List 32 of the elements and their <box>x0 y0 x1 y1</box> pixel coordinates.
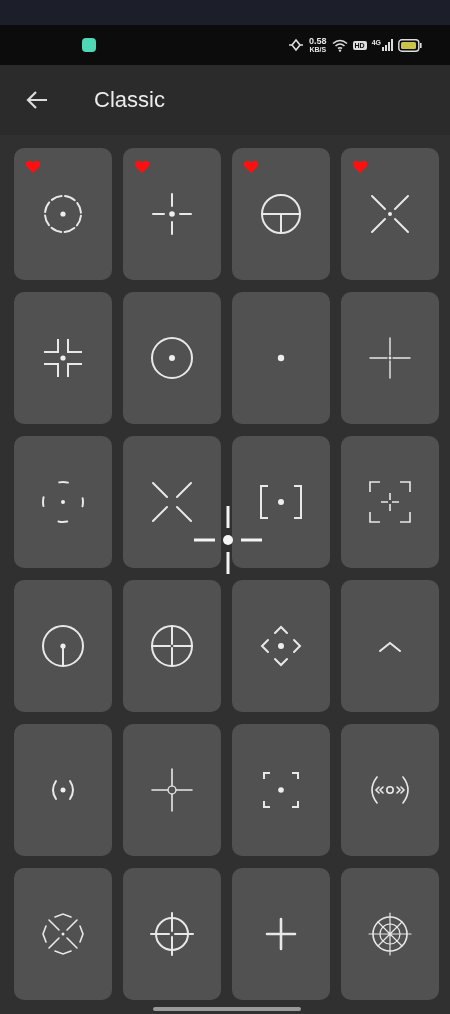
reticle-tile[interactable] <box>14 292 112 424</box>
signal-icon <box>382 39 393 51</box>
reticle-tile[interactable] <box>123 724 221 856</box>
net-speed: 0.58 <box>309 37 327 46</box>
reticle-tile[interactable] <box>341 292 439 424</box>
reticle-tile[interactable] <box>14 148 112 280</box>
wifi-icon <box>331 38 348 52</box>
reticle-tile[interactable] <box>232 292 330 424</box>
reticle-tile[interactable] <box>232 436 330 568</box>
reticle-tile[interactable] <box>341 148 439 280</box>
reticle-tile[interactable] <box>341 580 439 712</box>
notification-icon <box>82 38 96 52</box>
reticle-tile[interactable] <box>232 580 330 712</box>
battery-icon <box>398 38 422 52</box>
reticle-tile[interactable] <box>232 148 330 280</box>
reticle-tile[interactable] <box>123 292 221 424</box>
reticle-tile[interactable] <box>123 868 221 1000</box>
reticle-tile[interactable] <box>232 724 330 856</box>
reticle-tile[interactable] <box>123 148 221 280</box>
reticle-tile[interactable] <box>14 868 112 1000</box>
reticle-tile[interactable] <box>123 580 221 712</box>
reticle-tile[interactable] <box>123 436 221 568</box>
reticle-tile[interactable] <box>14 724 112 856</box>
reticle-tile[interactable] <box>341 868 439 1000</box>
data-saver-icon <box>288 38 304 52</box>
page-title: Classic <box>94 87 165 113</box>
reticle-tile[interactable] <box>232 868 330 1000</box>
floating-crosshair-icon[interactable] <box>192 504 264 576</box>
reticle-tile[interactable] <box>14 580 112 712</box>
reticle-tile[interactable] <box>341 724 439 856</box>
reticle-tile[interactable] <box>14 436 112 568</box>
reticle-tile[interactable] <box>341 436 439 568</box>
